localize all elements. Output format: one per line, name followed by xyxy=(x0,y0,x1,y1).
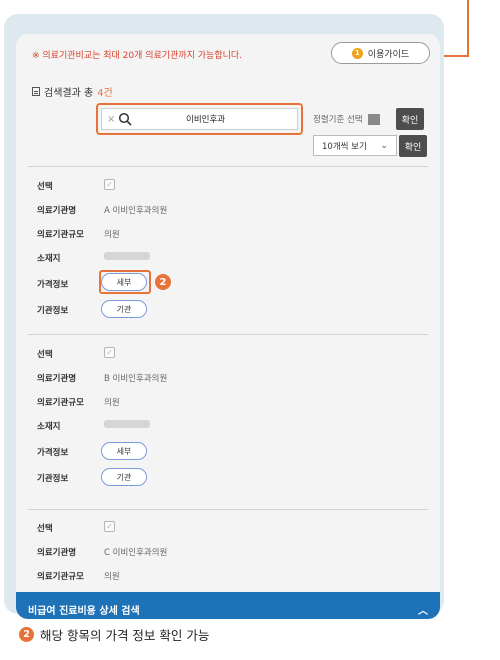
search-icon[interactable] xyxy=(118,112,132,126)
institution-name: A 이비인후과의원 xyxy=(104,206,168,216)
search-input[interactable]: 이비인후과 × xyxy=(101,108,298,130)
field-label-price: 가격정보 xyxy=(37,280,69,290)
chevron-down-icon: ⌄ xyxy=(380,140,388,151)
callout-line-vertical xyxy=(467,0,469,55)
institution-name: C 이비인후과의원 xyxy=(104,548,168,558)
result-summary: 검색결과 총 4건 xyxy=(32,84,113,99)
sort-confirm-button[interactable]: 확인 xyxy=(396,108,424,130)
select-checkbox[interactable]: ✓ xyxy=(104,347,115,358)
institution-info-button[interactable]: 기관 xyxy=(101,468,147,486)
step-2-badge: 2 xyxy=(155,274,171,290)
search-highlight: 이비인후과 × xyxy=(96,103,303,135)
clear-icon[interactable]: × xyxy=(107,114,115,125)
institution-info-button[interactable]: 기관 xyxy=(101,300,147,318)
divider xyxy=(28,166,428,167)
search-value: 이비인후과 xyxy=(186,115,226,125)
divider xyxy=(28,334,428,335)
list-icon xyxy=(367,113,380,125)
institution-scale: 의원 xyxy=(104,572,120,582)
field-label-inst: 기관정보 xyxy=(37,474,69,484)
field-label-location: 소재지 xyxy=(37,254,61,264)
step-1-icon: 1 xyxy=(351,47,363,59)
usage-guide-label: 이용가이드 xyxy=(367,49,410,60)
callout-line-horizontal xyxy=(440,55,469,57)
field-label-price: 가격정보 xyxy=(37,448,69,458)
institution-scale: 의원 xyxy=(104,398,120,408)
price-detail-button[interactable]: 세부 xyxy=(101,442,147,460)
field-label-name: 의료기관명 xyxy=(37,374,77,384)
institution-name: B 이비인후과의원 xyxy=(104,374,168,384)
price-detail-button[interactable]: 세부 xyxy=(101,273,147,291)
field-label-scale: 의료기관규모 xyxy=(37,572,84,582)
sort-select[interactable]: 정렬기준 선택 xyxy=(313,108,389,130)
document-icon xyxy=(32,87,40,96)
field-label-select: 선택 xyxy=(37,182,53,192)
location-blurred xyxy=(104,252,150,263)
step-2-badge: 2 xyxy=(19,627,34,642)
phone-screen: ※ 의료기관비교는 최대 20개 의료기관까지 가능합니다. 1 이용가이드 검… xyxy=(16,34,440,619)
field-label-scale: 의료기관규모 xyxy=(37,230,84,240)
field-label-scale: 의료기관규모 xyxy=(37,398,84,408)
field-label-name: 의료기관명 xyxy=(37,206,77,216)
field-label-inst: 기관정보 xyxy=(37,306,69,316)
compare-limit-notice: ※ 의료기관비교는 최대 20개 의료기관까지 가능합니다. xyxy=(32,51,243,61)
chevron-up-icon[interactable]: ︿ xyxy=(418,602,428,617)
sort-label: 정렬기준 선택 xyxy=(313,115,363,125)
field-label-location: 소재지 xyxy=(37,422,61,432)
result-count: 4건 xyxy=(97,88,113,99)
device-frame: ※ 의료기관비교는 최대 20개 의료기관까지 가능합니다. 1 이용가이드 검… xyxy=(4,14,444,619)
usage-guide-button[interactable]: 1 이용가이드 xyxy=(331,42,430,64)
result-prefix: 검색결과 총 xyxy=(44,88,94,99)
detailed-search-bar[interactable]: 비급여 진료비용 상세 검색 ︿ xyxy=(16,592,440,619)
caption: 2 해당 항목의 가격 정보 확인 가능 xyxy=(19,625,209,644)
location-blurred xyxy=(104,420,150,431)
divider xyxy=(28,509,428,510)
per-page-confirm-button[interactable]: 확인 xyxy=(399,135,427,157)
detailed-search-label: 비급여 진료비용 상세 검색 xyxy=(28,605,140,617)
field-label-select: 선택 xyxy=(37,350,53,360)
select-checkbox[interactable]: ✓ xyxy=(104,179,115,190)
select-checkbox[interactable]: ✓ xyxy=(104,521,115,532)
caption-text: 해당 항목의 가격 정보 확인 가능 xyxy=(40,628,210,643)
field-label-name: 의료기관명 xyxy=(37,548,77,558)
per-page-label: 10개씩 보기 xyxy=(322,141,367,152)
field-label-select: 선택 xyxy=(37,524,53,534)
institution-scale: 의원 xyxy=(104,230,120,240)
per-page-select[interactable]: 10개씩 보기 ⌄ xyxy=(313,135,397,156)
